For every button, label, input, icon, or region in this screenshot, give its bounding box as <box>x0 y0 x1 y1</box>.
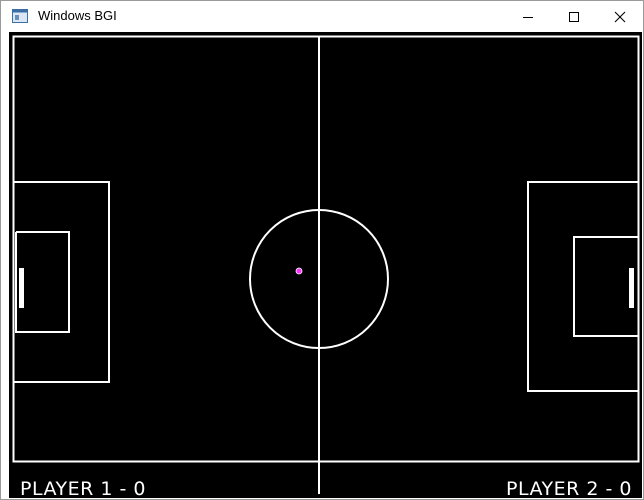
player2-paddle <box>629 268 634 308</box>
player1-paddle <box>19 268 24 308</box>
player1-score: PLAYER 1 - 0 <box>20 478 146 500</box>
ball <box>295 267 303 275</box>
left-penalty-area <box>13 181 110 383</box>
right-penalty-area <box>527 181 639 392</box>
minimize-button[interactable] <box>505 1 551 32</box>
window-app-icon <box>12 9 28 23</box>
field-boundary <box>12 35 640 463</box>
maximize-icon <box>569 11 579 22</box>
close-button[interactable] <box>597 1 643 32</box>
window-title: Windows BGI <box>38 8 117 23</box>
title-bar[interactable]: Windows BGI <box>1 1 643 32</box>
game-canvas[interactable]: PLAYER 1 - 0 PLAYER 2 - 0 <box>9 32 642 500</box>
player2-score: PLAYER 2 - 0 <box>506 478 632 500</box>
minimize-icon <box>523 16 533 18</box>
soccer-field <box>12 35 640 494</box>
app-window: Windows BGI PLAYER 1 - 0 PLAYER 2 - 0 <box>0 0 644 500</box>
maximize-button[interactable] <box>551 1 597 32</box>
close-icon <box>614 11 626 22</box>
